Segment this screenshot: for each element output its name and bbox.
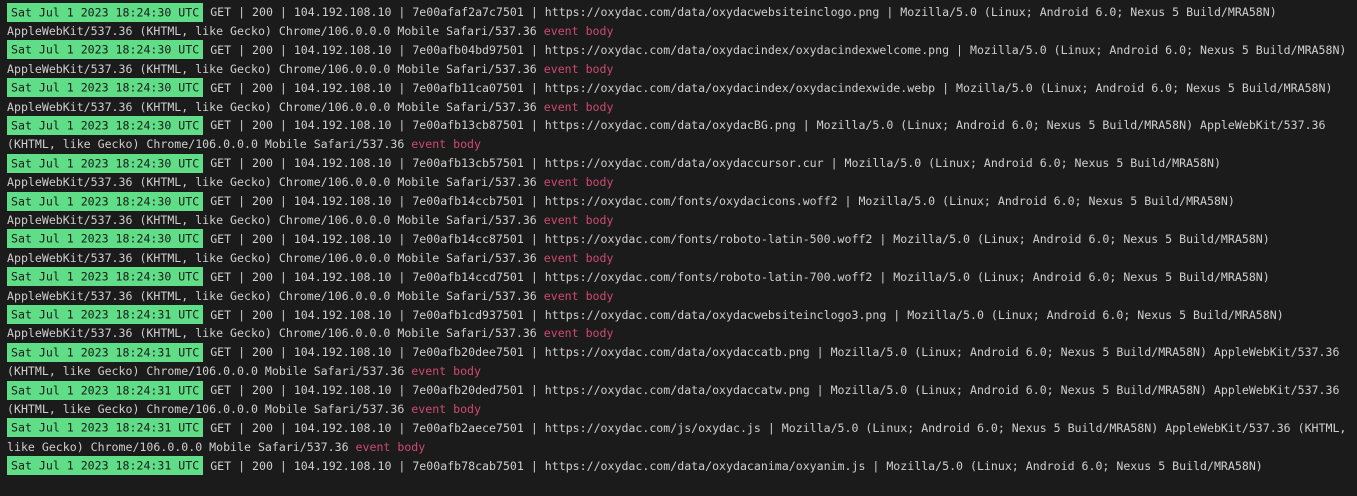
event-body-label: event body [544,24,614,38]
timestamp-badge: Sat Jul 1 2023 18:24:31 UTC [7,343,203,362]
log-entry: Sat Jul 1 2023 18:24:30 UTC GET | 200 | … [7,79,1350,117]
event-body-label: event body [411,364,481,378]
event-body-label: event body [544,100,614,114]
log-entry: Sat Jul 1 2023 18:24:31 UTC GET | 200 | … [7,457,1350,476]
log-entry-text: GET | 200 | 104.192.108.10 | 7e00afb11ca… [7,81,1339,114]
event-body-label: event body [411,137,481,151]
timestamp-badge: Sat Jul 1 2023 18:24:30 UTC [7,192,203,211]
log-entry: Sat Jul 1 2023 18:24:30 UTC GET | 200 | … [7,192,1350,230]
timestamp-badge: Sat Jul 1 2023 18:24:30 UTC [7,116,203,135]
event-body-label: event body [544,213,614,227]
timestamp-badge: Sat Jul 1 2023 18:24:30 UTC [7,3,203,22]
log-entry: Sat Jul 1 2023 18:24:30 UTC GET | 200 | … [7,41,1350,79]
log-entry: Sat Jul 1 2023 18:24:31 UTC GET | 200 | … [7,419,1350,457]
log-entry-text: GET | 200 | 104.192.108.10 | 7e00afb13cb… [7,118,1332,151]
timestamp-badge: Sat Jul 1 2023 18:24:30 UTC [7,267,203,286]
timestamp-badge: Sat Jul 1 2023 18:24:31 UTC [7,381,203,400]
event-body-label: event body [544,289,614,303]
log-entry: Sat Jul 1 2023 18:24:30 UTC GET | 200 | … [7,3,1350,41]
timestamp-badge: Sat Jul 1 2023 18:24:30 UTC [7,154,203,173]
timestamp-badge: Sat Jul 1 2023 18:24:31 UTC [7,305,203,324]
log-entry-text: GET | 200 | 104.192.108.10 | 7e00afb2aec… [7,421,1353,454]
event-body-label: event body [356,440,426,454]
log-entry: Sat Jul 1 2023 18:24:30 UTC GET | 200 | … [7,268,1350,306]
log-entry-text: GET | 200 | 104.192.108.10 | 7e00afb20de… [7,383,1346,416]
timestamp-badge: Sat Jul 1 2023 18:24:30 UTC [7,78,203,97]
log-entry-text: GET | 200 | 104.192.108.10 | 7e00afb20de… [7,345,1346,378]
timestamp-badge: Sat Jul 1 2023 18:24:30 UTC [7,229,203,248]
timestamp-badge: Sat Jul 1 2023 18:24:31 UTC [7,418,203,437]
log-entry: Sat Jul 1 2023 18:24:31 UTC GET | 200 | … [7,343,1350,381]
event-body-label: event body [544,251,614,265]
event-body-label: event body [544,62,614,76]
log-entry: Sat Jul 1 2023 18:24:31 UTC GET | 200 | … [7,306,1350,344]
timestamp-badge: Sat Jul 1 2023 18:24:30 UTC [7,40,203,59]
log-entry: Sat Jul 1 2023 18:24:30 UTC GET | 200 | … [7,154,1350,192]
log-entry-text: GET | 200 | 104.192.108.10 | 7e00afb04bd… [7,43,1353,76]
event-body-label: event body [544,326,614,340]
event-body-label: event body [544,175,614,189]
log-entry: Sat Jul 1 2023 18:24:31 UTC GET | 200 | … [7,381,1350,419]
timestamp-badge: Sat Jul 1 2023 18:24:31 UTC [7,456,203,475]
event-body-label: event body [411,402,481,416]
log-entry: Sat Jul 1 2023 18:24:30 UTC GET | 200 | … [7,230,1350,268]
log-entry-text: GET | 200 | 104.192.108.10 | 7e00afb78ca… [203,459,1263,473]
log-entry: Sat Jul 1 2023 18:24:30 UTC GET | 200 | … [7,116,1350,154]
log-view[interactable]: Sat Jul 1 2023 18:24:30 UTC GET | 200 | … [0,0,1357,496]
